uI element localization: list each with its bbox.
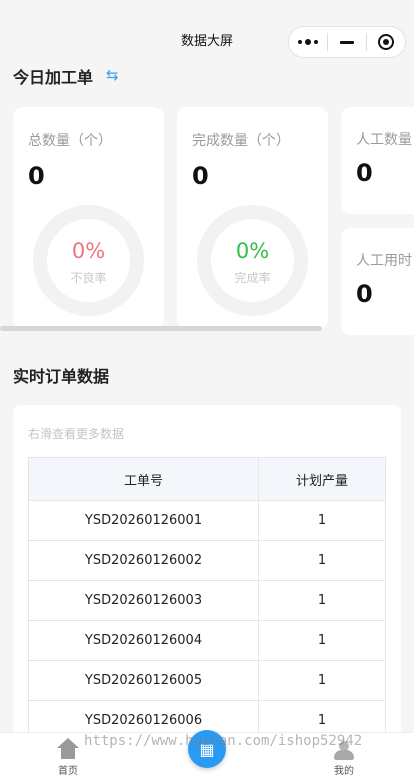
close-program-button[interactable] (367, 27, 405, 57)
order-number-cell: YSD20260126001 (28, 500, 259, 541)
tab-mine[interactable]: 我的 (314, 738, 374, 777)
manual-time-label: 人工用时 (356, 253, 412, 269)
order-number-cell: YSD20260126005 (28, 660, 259, 701)
orders-table-card: 右滑查看更多数据 工单号 计划产量 YSD20260126001 1 YSD20… (13, 405, 401, 745)
manual-time-value: 0 (356, 280, 373, 308)
completion-rate-percent: 0% (235, 239, 270, 263)
more-dots-icon (298, 39, 318, 45)
home-icon (57, 738, 79, 760)
tab-mine-label: 我的 (334, 766, 354, 777)
tab-home[interactable]: 首页 (38, 738, 98, 777)
planned-output-cell: 1 (258, 660, 386, 701)
manual-quantity-label: 人工数量 (356, 132, 412, 148)
table-row[interactable]: YSD20260126001 1 (28, 500, 386, 541)
table-row[interactable]: YSD20260126004 1 (28, 620, 386, 661)
cards-scrollbar[interactable] (0, 326, 414, 332)
completion-rate-ring: 0% 完成率 (197, 205, 308, 316)
manual-time-card: 人工用时 0 (341, 228, 414, 335)
completed-quantity-label: 完成数量（个） (192, 133, 290, 149)
total-quantity-card: 总数量（个） 0 0% 不良率 (13, 107, 164, 329)
nav-bar: 数据大屏 (0, 0, 414, 60)
manual-quantity-card: 人工数量 0 (341, 107, 414, 214)
mini-program-capsule (288, 26, 406, 58)
total-quantity-label: 总数量（个） (28, 133, 112, 149)
manual-quantity-value: 0 (356, 159, 373, 187)
order-number-cell: YSD20260126003 (28, 580, 259, 621)
dashboard-center-button[interactable]: ▦ (188, 730, 226, 768)
order-number-cell: YSD20260126002 (28, 540, 259, 581)
column-header-order-no: 工单号 (28, 457, 259, 501)
orders-table: 工单号 计划产量 YSD20260126001 1 YSD20260126002… (28, 457, 386, 741)
swap-icon[interactable]: ⇆ (106, 66, 119, 84)
planned-output-cell: 1 (258, 540, 386, 581)
planned-output-cell: 1 (258, 620, 386, 661)
completed-quantity-value: 0 (192, 162, 209, 190)
minus-icon (340, 40, 354, 44)
more-menu-button[interactable] (289, 27, 327, 57)
defect-rate-label: 不良率 (70, 271, 107, 285)
dashboard-icon: ▦ (199, 739, 215, 759)
planned-output-cell: 1 (258, 500, 386, 541)
planned-output-cell: 1 (258, 580, 386, 621)
order-number-cell: YSD20260126004 (28, 620, 259, 661)
defect-rate-ring: 0% 不良率 (33, 205, 144, 316)
cards-scrollbar-thumb[interactable] (0, 326, 322, 331)
table-row[interactable]: YSD20260126002 1 (28, 540, 386, 581)
target-icon (378, 34, 394, 50)
completed-quantity-card: 完成数量（个） 0 0% 完成率 (177, 107, 328, 329)
realtime-orders-title: 实时订单数据 (13, 367, 110, 386)
defect-rate-percent: 0% (71, 239, 106, 263)
minimize-button[interactable] (328, 27, 366, 57)
completion-rate-label: 完成率 (234, 271, 271, 285)
scroll-hint: 右滑查看更多数据 (28, 427, 125, 441)
table-row[interactable]: YSD20260126003 1 (28, 580, 386, 621)
table-row[interactable]: YSD20260126005 1 (28, 660, 386, 701)
table-header-row: 工单号 计划产量 (28, 457, 386, 501)
column-header-planned-output: 计划产量 (258, 457, 386, 501)
user-icon (333, 738, 355, 760)
total-quantity-value: 0 (28, 162, 45, 190)
today-orders-title: 今日加工单 (13, 68, 94, 87)
tab-home-label: 首页 (58, 766, 78, 777)
